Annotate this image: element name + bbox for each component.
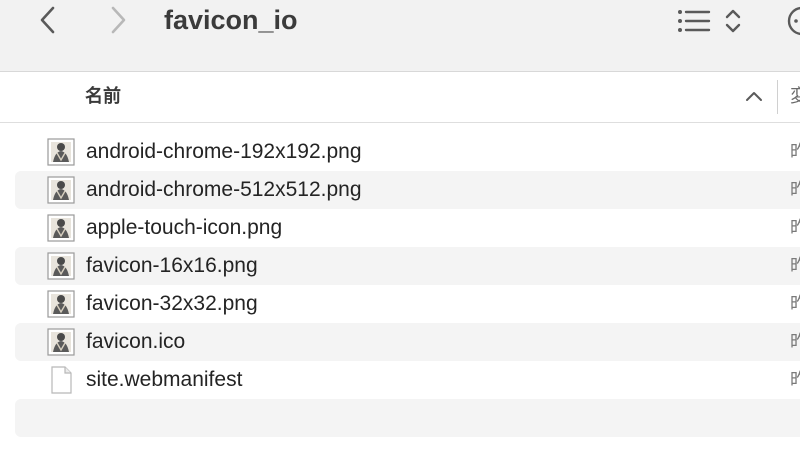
- file-name: site.webmanifest: [86, 368, 243, 391]
- file-date: 昨: [790, 256, 800, 276]
- window-title: favicon_io: [164, 5, 298, 35]
- list-item[interactable]: android-chrome-512x512.png 昨: [15, 171, 800, 209]
- list-item[interactable]: favicon-16x16.png 昨: [15, 247, 800, 285]
- list-view-button[interactable]: [674, 4, 714, 38]
- file-name: favicon.ico: [86, 330, 186, 353]
- image-thumbnail-icon: [47, 328, 75, 356]
- list-item[interactable]: apple-touch-icon.png 昨: [15, 209, 800, 247]
- toolbar: favicon_io: [0, 0, 800, 72]
- forward-button[interactable]: [100, 2, 136, 38]
- file-date: 昨: [790, 180, 800, 200]
- file-name: android-chrome-512x512.png: [86, 178, 362, 201]
- file-date: 昨: [790, 332, 800, 352]
- view-options-toggle[interactable]: [720, 4, 746, 38]
- finder-window: favicon_io 名前 変 android-chrome-192x192.p…: [0, 0, 800, 462]
- file-name: apple-touch-icon.png: [86, 216, 283, 239]
- list-view-icon: [678, 10, 711, 32]
- empty-list-row: [15, 399, 800, 437]
- list-item[interactable]: site.webmanifest 昨: [15, 361, 800, 399]
- file-date: 昨: [790, 294, 800, 314]
- date-column-header[interactable]: 変: [790, 85, 800, 107]
- more-circle-icon: [787, 6, 800, 36]
- chevron-left-icon: [40, 6, 55, 34]
- document-icon: [47, 366, 75, 394]
- back-button[interactable]: [30, 2, 66, 38]
- column-header: 名前 変: [0, 72, 800, 123]
- image-thumbnail-icon: [47, 290, 75, 318]
- image-thumbnail-icon: [47, 138, 75, 166]
- list-item[interactable]: favicon-32x32.png 昨: [15, 285, 800, 323]
- more-options-button[interactable]: [784, 4, 800, 38]
- file-name: android-chrome-192x192.png: [86, 140, 362, 163]
- file-date: 昨: [790, 142, 800, 162]
- name-column-header[interactable]: 名前: [85, 85, 121, 107]
- file-date: 昨: [790, 370, 800, 390]
- list-item[interactable]: favicon.ico 昨: [15, 323, 800, 361]
- chevron-right-icon: [111, 6, 126, 34]
- up-down-chevron-icon: [725, 9, 741, 33]
- image-thumbnail-icon: [47, 252, 75, 280]
- column-divider[interactable]: [777, 80, 778, 114]
- list-item[interactable]: android-chrome-192x192.png 昨: [15, 133, 800, 171]
- file-date: 昨: [790, 218, 800, 238]
- file-name: favicon-16x16.png: [86, 254, 258, 277]
- image-thumbnail-icon: [47, 214, 75, 242]
- file-name: favicon-32x32.png: [86, 292, 258, 315]
- image-thumbnail-icon: [47, 176, 75, 204]
- sort-ascending-icon[interactable]: [744, 87, 764, 107]
- file-list: android-chrome-192x192.png 昨 android-chr…: [15, 133, 800, 437]
